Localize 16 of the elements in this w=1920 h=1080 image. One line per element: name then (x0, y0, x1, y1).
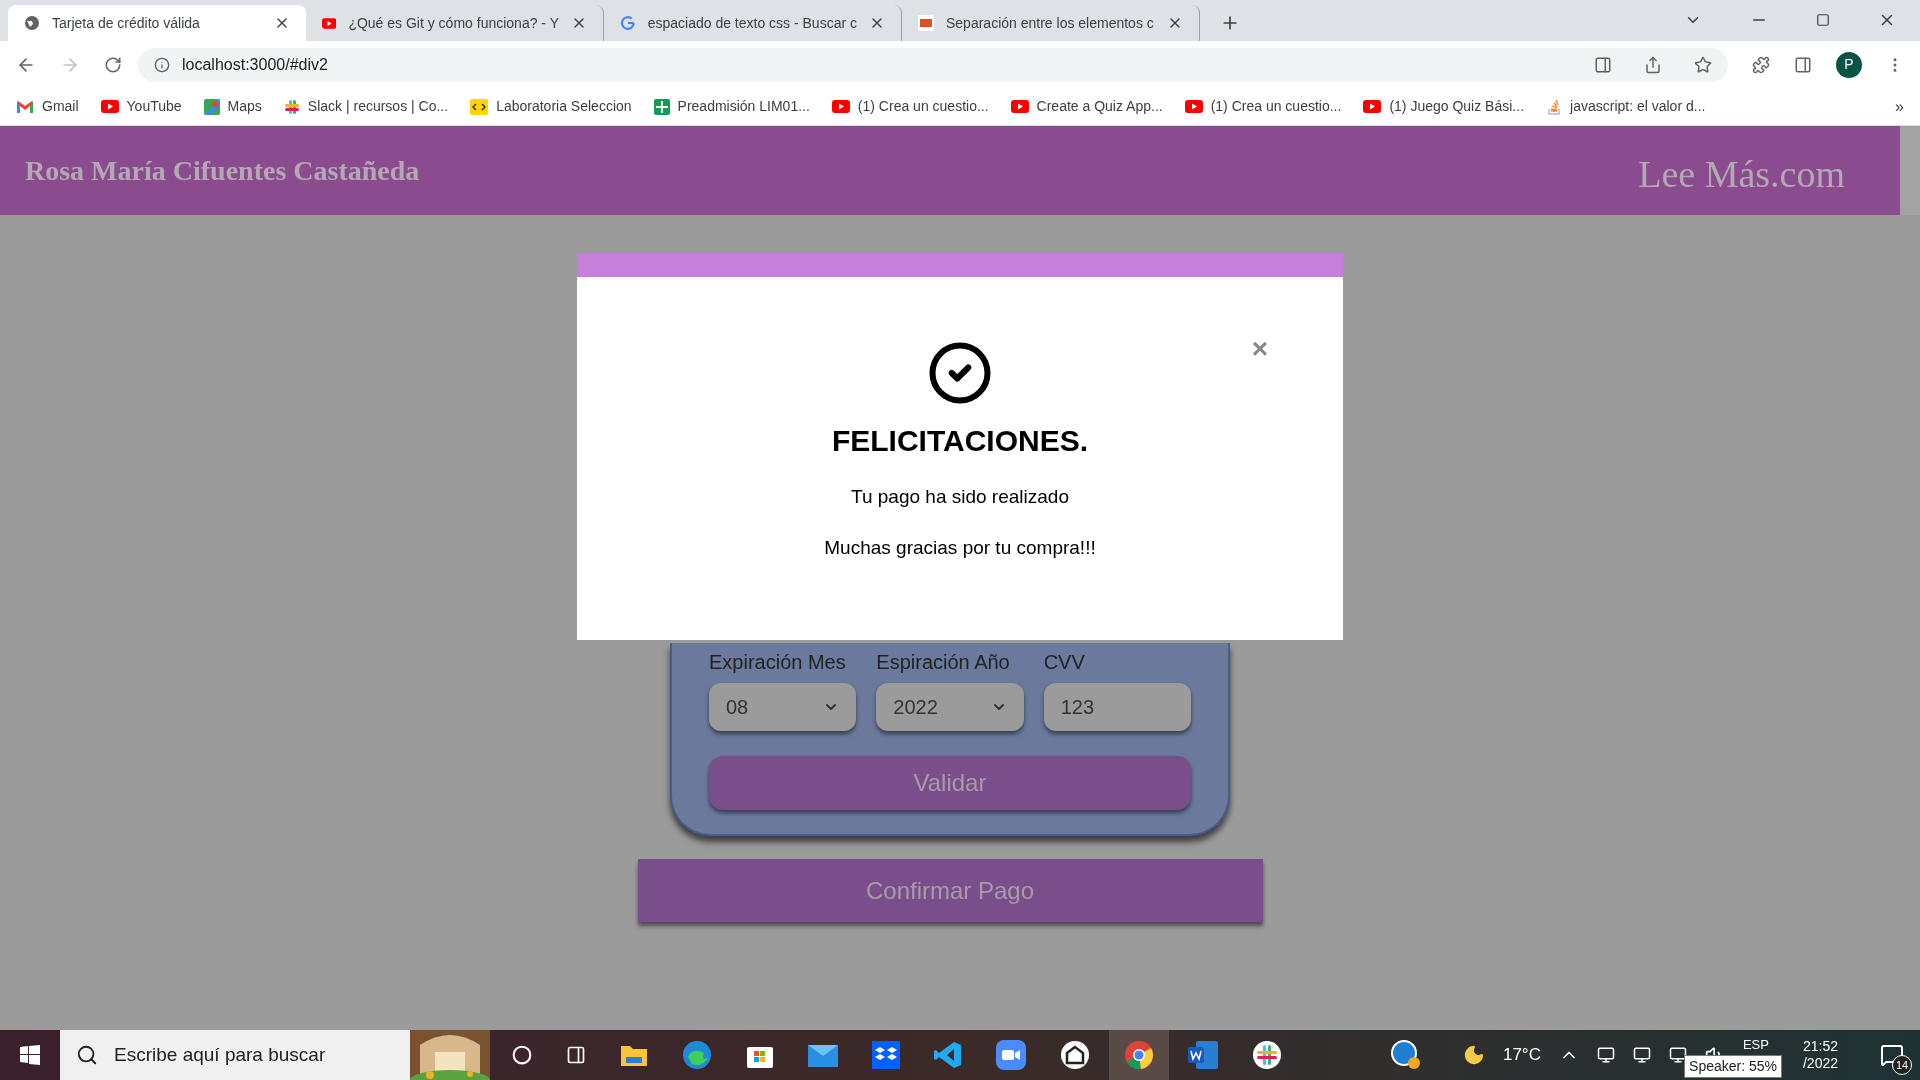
tab-title: Separación entre los elementos c (946, 13, 1155, 33)
site-logo: Lee Más.com (1638, 152, 1845, 197)
modal-message: Muchas gracias por tu compra!!! (824, 535, 1096, 560)
speaker-tooltip: Speaker: 55% (1684, 1055, 1782, 1078)
notification-count: 14 (1892, 1055, 1912, 1075)
field-label: Espiración Año (876, 650, 1011, 675)
modal-title: FELICITACIONES. (831, 423, 1089, 459)
tab-title: espaciado de texto css - Buscar c (647, 13, 857, 33)
field-label: CVV (1043, 650, 1086, 675)
search-placeholder: Escribe aquí para buscar (114, 1042, 327, 1067)
url-text: localhost:3000/#div2 (182, 54, 328, 75)
field-label: Expiración Mes (709, 650, 847, 675)
tab-title: Tarjeta de crédito válida (52, 13, 201, 33)
site-author: Rosa María Cifuentes Castañeda (25, 153, 420, 188)
modal-message: Tu pago ha sido realizado (851, 485, 1069, 509)
tab-title: ¿Qué es Git y cómo funciona? - Y (348, 13, 559, 33)
